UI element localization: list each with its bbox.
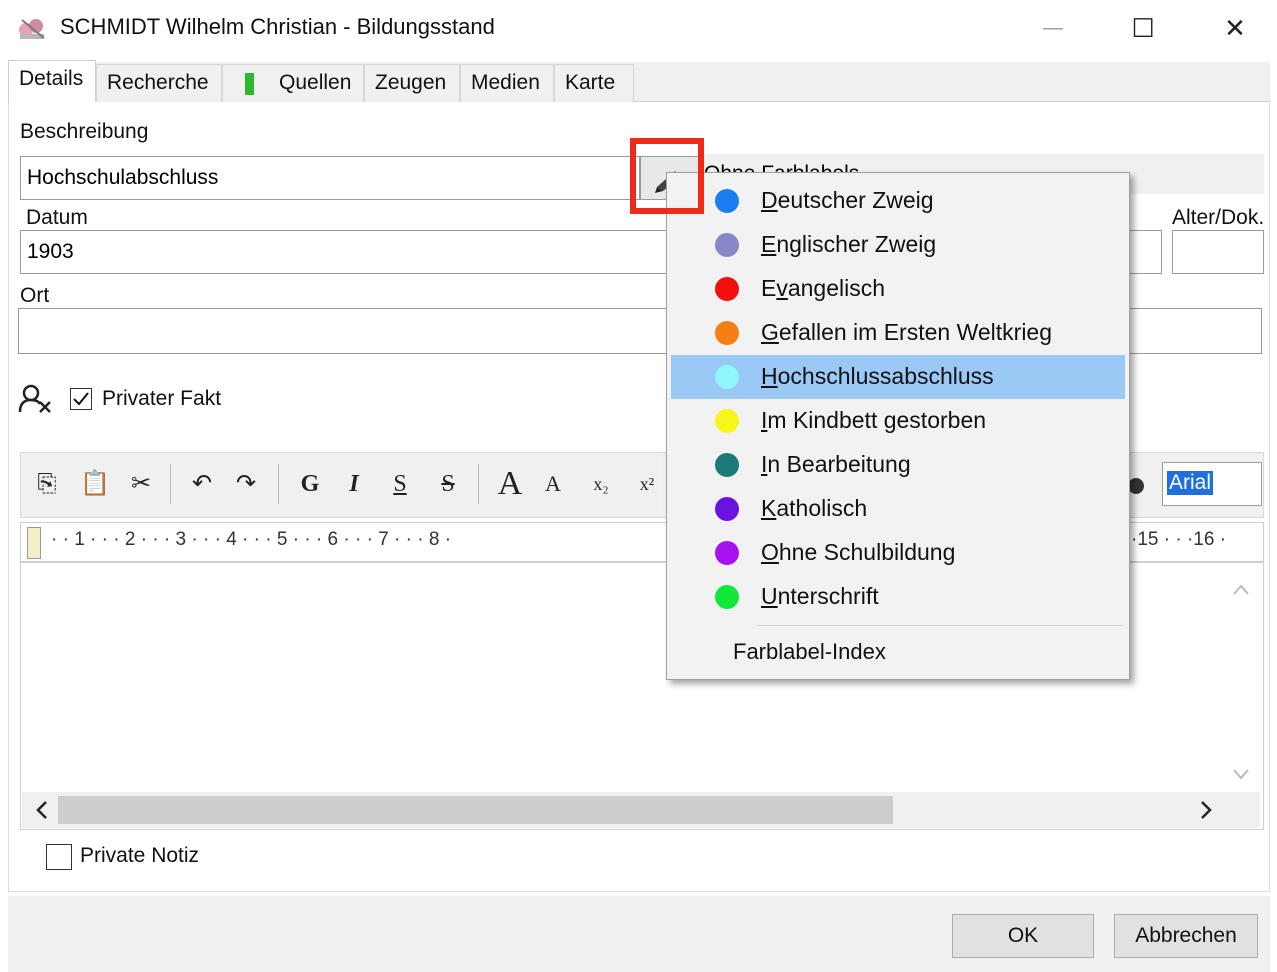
- highlight-box: [630, 138, 704, 214]
- color-dot-icon: [715, 585, 739, 609]
- bold-icon[interactable]: G: [294, 466, 326, 502]
- tab-karte[interactable]: Karte: [554, 64, 634, 102]
- menu-item-label: Katholisch: [761, 495, 868, 521]
- menu-item[interactable]: Unterschrift: [671, 575, 1125, 619]
- ruler-marks-right: ·15 · · ·16 ·: [1131, 529, 1227, 550]
- menu-item-label: Englischer Zweig: [761, 231, 937, 257]
- toolbar-separator: [170, 464, 171, 504]
- paste-icon[interactable]: 📋: [76, 466, 114, 502]
- strikethrough-icon[interactable]: S: [432, 466, 464, 502]
- horizontal-scroll-thumb[interactable]: [58, 796, 893, 824]
- color-dot-icon: [715, 497, 739, 521]
- font-select[interactable]: Arial: [1162, 462, 1262, 506]
- checkmark-icon: [73, 392, 89, 406]
- cancel-button[interactable]: Abbrechen: [1114, 914, 1258, 958]
- minimize-button[interactable]: —: [1018, 6, 1088, 50]
- maximize-button[interactable]: ☐: [1108, 6, 1178, 50]
- undo-icon[interactable]: ↶: [184, 466, 220, 502]
- tab-medien[interactable]: Medien: [460, 64, 554, 102]
- privater-fakt-label: Privater Fakt: [102, 387, 222, 410]
- menu-item[interactable]: Hochschlussabschluss: [671, 355, 1125, 399]
- menu-item-label: Deutscher Zweig: [761, 187, 934, 213]
- private-person-icon: [18, 384, 52, 414]
- menu-item[interactable]: Ohne Schulbildung: [671, 531, 1125, 575]
- beschreibung-input[interactable]: [20, 156, 640, 200]
- tab-recherche[interactable]: Recherche: [96, 64, 222, 102]
- cut-icon[interactable]: ✂: [124, 466, 158, 502]
- farblabel-menu: Deutscher Zweig Englischer Zweig Evangelis…: [666, 172, 1130, 680]
- menu-item-label: Ohne Schulbildung: [761, 539, 956, 565]
- menu-item[interactable]: Deutscher Zweig: [671, 179, 1125, 223]
- private-notiz-checkbox[interactable]: [46, 844, 72, 870]
- menu-separator: [757, 625, 1123, 626]
- menu-item-label: In Bearbeitung: [761, 451, 911, 477]
- close-button[interactable]: ✕: [1200, 6, 1270, 50]
- menu-item-label: Evangelisch: [761, 275, 886, 301]
- vertical-scrollbar[interactable]: [1222, 566, 1260, 786]
- ort-label: Ort: [20, 284, 50, 307]
- superscript-icon[interactable]: x²: [630, 466, 664, 502]
- color-dot-icon: [715, 365, 739, 389]
- tab-zeugen[interactable]: Zeugen: [364, 64, 460, 102]
- menu-item[interactable]: Evangelisch: [671, 267, 1125, 311]
- privater-fakt-checkbox[interactable]: [70, 388, 92, 410]
- grow-font-icon[interactable]: A: [490, 466, 530, 502]
- color-dot-icon: [715, 541, 739, 565]
- subscript-icon[interactable]: x₂: [584, 466, 618, 502]
- app-icon: [16, 14, 48, 42]
- indent-marker[interactable]: [27, 527, 41, 559]
- menu-item[interactable]: Katholisch: [671, 487, 1125, 531]
- menu-item[interactable]: Gefallen im Ersten Weltkrieg: [671, 311, 1125, 355]
- underline-icon[interactable]: S: [384, 466, 416, 502]
- tab-details[interactable]: Details: [8, 60, 96, 103]
- ok-button[interactable]: OK: [952, 914, 1094, 958]
- shrink-font-icon[interactable]: A: [538, 466, 568, 502]
- copy-icon[interactable]: ⎘: [30, 466, 64, 502]
- menu-item-label: Hochschlussabschluss: [761, 363, 994, 389]
- menu-item[interactable]: Englischer Zweig: [671, 223, 1125, 267]
- menu-item-label: Unterschrift: [761, 583, 879, 609]
- redo-icon[interactable]: ↷: [228, 466, 264, 502]
- toolbar-separator: [278, 464, 279, 504]
- menu-item[interactable]: In Bearbeitung: [671, 443, 1125, 487]
- toolbar-separator: [478, 464, 479, 504]
- tab-quellen[interactable]: Quellen: [222, 64, 364, 102]
- menu-item-label: Im Kindbett gestorben: [761, 407, 987, 433]
- tab-quellen-label: Quellen: [279, 71, 352, 94]
- private-notiz-label: Private Notiz: [80, 844, 200, 867]
- menu-item[interactable]: Im Kindbett gestorben: [671, 399, 1125, 443]
- menu-item-label: Gefallen im Ersten Weltkrieg: [761, 319, 1053, 345]
- color-dot-icon: [715, 189, 739, 213]
- color-dot-icon: [715, 409, 739, 433]
- color-dot-icon: [715, 453, 739, 477]
- quellen-indicator-icon: [245, 73, 254, 95]
- italic-icon[interactable]: I: [338, 466, 370, 502]
- color-dot-icon: [715, 321, 739, 345]
- window-title: SCHMIDT Wilhelm Christian - Bildungsstan…: [60, 14, 495, 39]
- color-dot-icon: [715, 277, 739, 301]
- color-dot-icon: [715, 233, 739, 257]
- datum-label: Datum: [26, 206, 88, 229]
- alter-label: Alter/Dok.: [1172, 206, 1265, 229]
- alter-input[interactable]: [1172, 230, 1264, 274]
- font-select-value: Arial: [1167, 471, 1214, 495]
- ruler-marks-left: · · 1 · · · 2 · · · 3 · · · 4 · · · 5 · …: [51, 529, 452, 550]
- farblabel-index-item[interactable]: Farblabel-Index: [733, 639, 886, 665]
- beschreibung-label: Beschreibung: [20, 120, 149, 143]
